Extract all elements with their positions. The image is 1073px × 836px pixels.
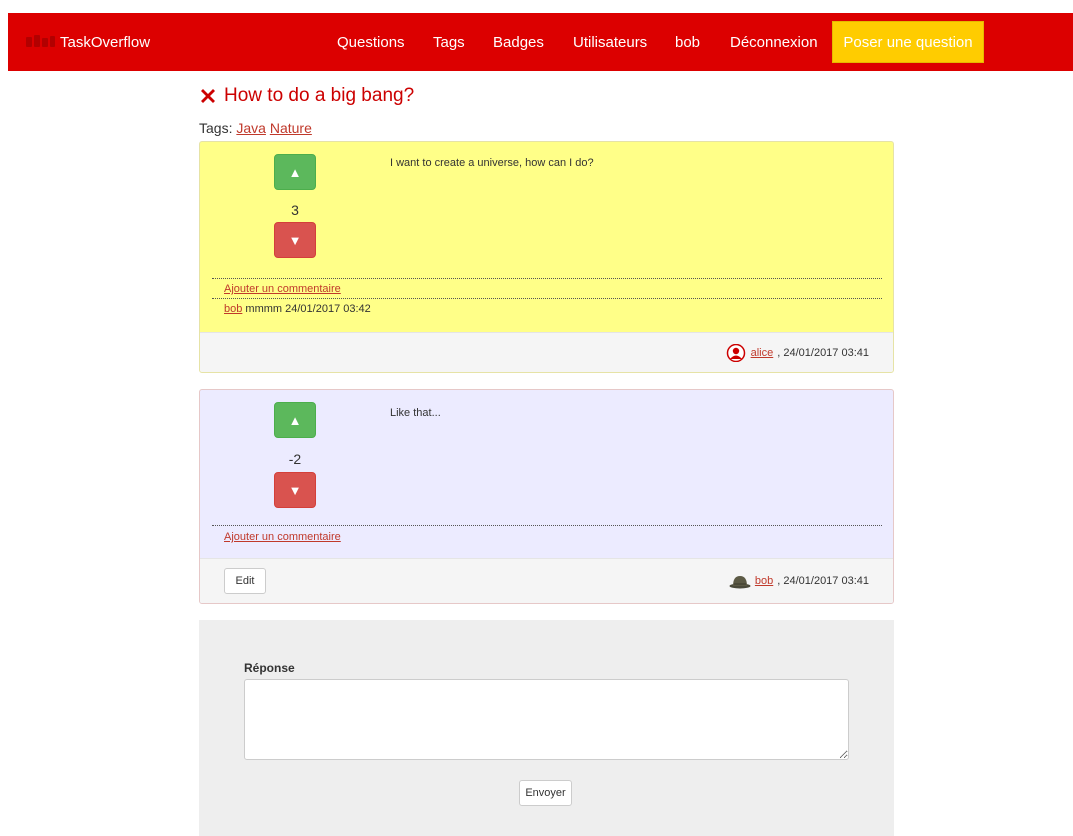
tags-row: Tags: Java Nature (199, 120, 312, 136)
comment-divider (212, 298, 882, 299)
comment: bob mmmm 24/01/2017 03:42 (224, 303, 371, 315)
author-link[interactable]: bob (755, 575, 773, 587)
user-avatar-icon (726, 344, 745, 362)
nav-tags[interactable]: Tags (433, 34, 465, 51)
send-button[interactable]: Envoyer (519, 780, 572, 806)
answer-post: ▲ -2 ▼ Like that... Ajouter un commentai… (199, 389, 894, 604)
answer-label: Réponse (244, 661, 295, 675)
answer-body: Like that... (390, 407, 441, 419)
post-author: bob , 24/01/2017 03:41 (729, 572, 869, 590)
nav-logout[interactable]: Déconnexion (730, 34, 818, 51)
downvote-button[interactable]: ▼ (274, 472, 316, 508)
post-footer: Edit bob , 24/01/2017 03:41 (200, 558, 893, 603)
close-icon (201, 89, 215, 103)
answer-textarea[interactable] (244, 679, 849, 760)
post-date: , 24/01/2017 03:41 (777, 347, 869, 359)
brand-logo-icon (26, 33, 56, 51)
brand-name: TaskOverflow (60, 33, 151, 51)
nav-users[interactable]: Utilisateurs (573, 34, 647, 51)
add-comment-link[interactable]: Ajouter un commentaire (224, 283, 341, 295)
comment-author-link[interactable]: bob (224, 303, 242, 315)
nav-user-profile[interactable]: bob (675, 34, 700, 51)
add-comment-link[interactable]: Ajouter un commentaire (224, 531, 341, 543)
answer-form: Réponse Envoyer (199, 620, 894, 836)
post-footer: alice, 24/01/2017 03:41 (200, 332, 893, 372)
post-author: alice, 24/01/2017 03:41 (725, 344, 869, 362)
edit-button[interactable]: Edit (224, 568, 266, 594)
upvote-button[interactable]: ▲ (274, 402, 316, 438)
navbar: TaskOverflow Questions Tags Badges Utili… (8, 13, 1073, 71)
post-date: , 24/01/2017 03:41 (777, 575, 869, 587)
hat-avatar-icon (729, 576, 751, 589)
page-title: How to do a big bang? (224, 85, 415, 106)
comment-text: mmmm 24/01/2017 03:42 (245, 303, 371, 315)
question-post: ▲ 3 ▼ I want to create a universe, how c… (199, 141, 894, 373)
question-title-row: How to do a big bang? (198, 85, 414, 107)
vote-count: 3 (291, 202, 299, 218)
nav-questions[interactable]: Questions (337, 34, 405, 51)
question-body: I want to create a universe, how can I d… (390, 157, 594, 169)
tag-nature[interactable]: Nature (270, 120, 312, 136)
author-link[interactable]: alice (751, 347, 774, 359)
vote-count: -2 (288, 451, 302, 467)
ask-question-button[interactable]: Poser une question (832, 21, 984, 63)
upvote-button[interactable]: ▲ (274, 154, 316, 190)
tag-java[interactable]: Java (236, 120, 266, 136)
nav-badges[interactable]: Badges (493, 34, 544, 51)
downvote-button[interactable]: ▼ (274, 222, 316, 258)
comment-divider (212, 278, 882, 279)
comment-divider (212, 525, 882, 526)
brand[interactable]: TaskOverflow (26, 33, 150, 51)
tags-label: Tags: (199, 120, 233, 136)
